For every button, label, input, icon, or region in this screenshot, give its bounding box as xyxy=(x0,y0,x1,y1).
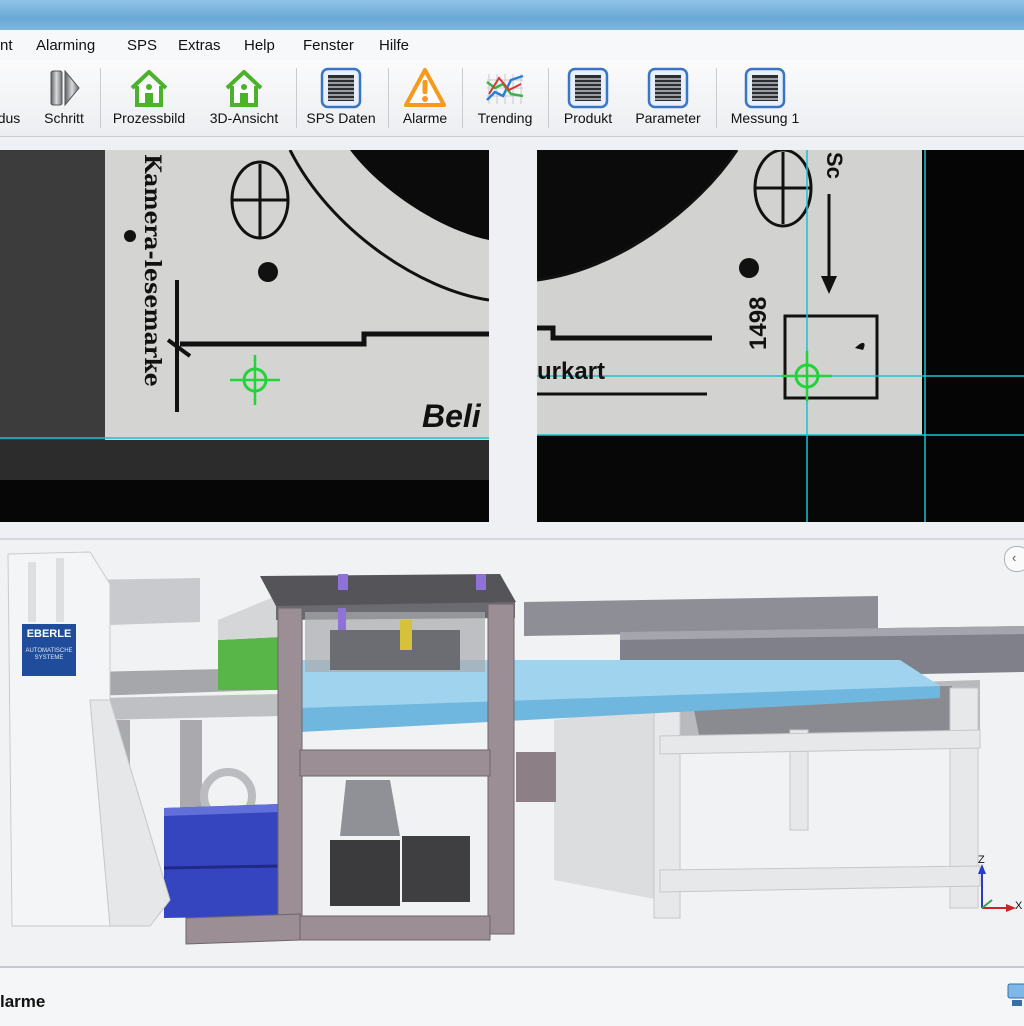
prozessbild-button[interactable]: Prozessbild xyxy=(108,62,190,132)
machine-3d-viewer[interactable]: EBERLE AUTOMATISCHE SYSTEME ‹ Z X xyxy=(0,538,1024,966)
list-icon xyxy=(320,67,362,109)
window-title-bar xyxy=(0,0,1024,30)
camera-right-top-label: Sc xyxy=(822,152,847,179)
list-icon xyxy=(647,67,689,109)
alarme-label: Alarme xyxy=(402,110,448,126)
messung-label: Messung 1 xyxy=(730,110,800,126)
camera-right-number-label: 1498 xyxy=(745,296,772,350)
messung-button[interactable]: Messung 1 xyxy=(722,62,808,132)
alarme-button[interactable]: Alarme xyxy=(394,62,456,132)
step-icon xyxy=(50,69,80,107)
sps-daten-label: SPS Daten xyxy=(306,110,376,126)
status-bar: larme xyxy=(0,966,1024,1026)
produkt-button[interactable]: Produkt xyxy=(554,62,622,132)
main-toolbar: dus Schritt Prozessbild 3D-Ansicht SPS D… xyxy=(0,60,1024,137)
menu-item-hilfe[interactable]: Hilfe xyxy=(379,37,409,54)
chevron-left-icon: ‹ xyxy=(1012,550,1017,565)
menu-item-alarming[interactable]: Alarming xyxy=(36,37,95,54)
status-alarme-tab[interactable]: larme xyxy=(0,992,45,1012)
schritt-label: Schritt xyxy=(44,110,84,126)
trending-button[interactable]: Trending xyxy=(470,62,540,132)
brand-plate-label: EBERLE xyxy=(26,628,72,640)
parameter-label: Parameter xyxy=(635,110,701,126)
produkt-label: Produkt xyxy=(563,110,613,126)
camera-view-left[interactable]: Kamera-lesemarke Beli xyxy=(0,150,489,522)
collapse-panel-button[interactable]: ‹ xyxy=(1004,546,1024,572)
axis-z-label: Z xyxy=(978,854,985,866)
network-status-icon[interactable] xyxy=(1006,982,1024,1008)
menu-item-fenster[interactable]: Fenster xyxy=(303,37,354,54)
brand-plate-sublabel: AUTOMATISCHE SYSTEME xyxy=(25,648,73,661)
warning-icon xyxy=(404,68,446,107)
list-icon xyxy=(744,67,786,109)
ansicht3d-button[interactable]: 3D-Ansicht xyxy=(202,62,286,132)
home-3d-icon xyxy=(225,70,263,107)
camera-mark-label-line2: lesemarke xyxy=(139,259,165,387)
trend-chart-icon xyxy=(486,74,524,104)
parameter-button[interactable]: Parameter xyxy=(628,62,708,132)
camera-mark-label-line1: Kamera- xyxy=(139,154,165,260)
modus-label: dus xyxy=(0,110,21,126)
toolbar-separator xyxy=(296,68,297,128)
home-icon xyxy=(130,70,168,107)
camera-right-mid-label: urkart xyxy=(537,358,606,385)
menu-bar: nt Alarming SPS Extras Help Fenster Hilf… xyxy=(0,30,1024,61)
toolbar-separator xyxy=(716,68,717,128)
menu-item-ansicht[interactable]: nt xyxy=(0,37,13,54)
toolbar-separator xyxy=(462,68,463,128)
menu-item-help[interactable]: Help xyxy=(244,37,275,54)
camera-left-bottom-text: Beli xyxy=(422,398,481,434)
modus-button[interactable]: dus xyxy=(0,62,28,132)
toolbar-separator xyxy=(100,68,101,128)
toolbar-separator xyxy=(548,68,549,128)
axis-x-label: X xyxy=(1015,900,1023,912)
camera-mark-label: Kamera-lesemarke xyxy=(139,154,165,387)
menu-item-extras[interactable]: Extras xyxy=(178,37,221,54)
trending-label: Trending xyxy=(477,110,533,126)
menu-item-sps[interactable]: SPS xyxy=(127,37,157,54)
list-icon xyxy=(567,67,609,109)
camera-view-right[interactable]: 1498 Sc urkart xyxy=(537,150,1024,522)
machine-model xyxy=(7,551,1024,945)
sps-daten-button[interactable]: SPS Daten xyxy=(302,62,380,132)
schritt-button[interactable]: Schritt xyxy=(34,62,94,132)
prozessbild-label: Prozessbild xyxy=(112,110,186,126)
toolbar-separator xyxy=(388,68,389,128)
ansicht3d-label: 3D-Ansicht xyxy=(209,110,279,126)
